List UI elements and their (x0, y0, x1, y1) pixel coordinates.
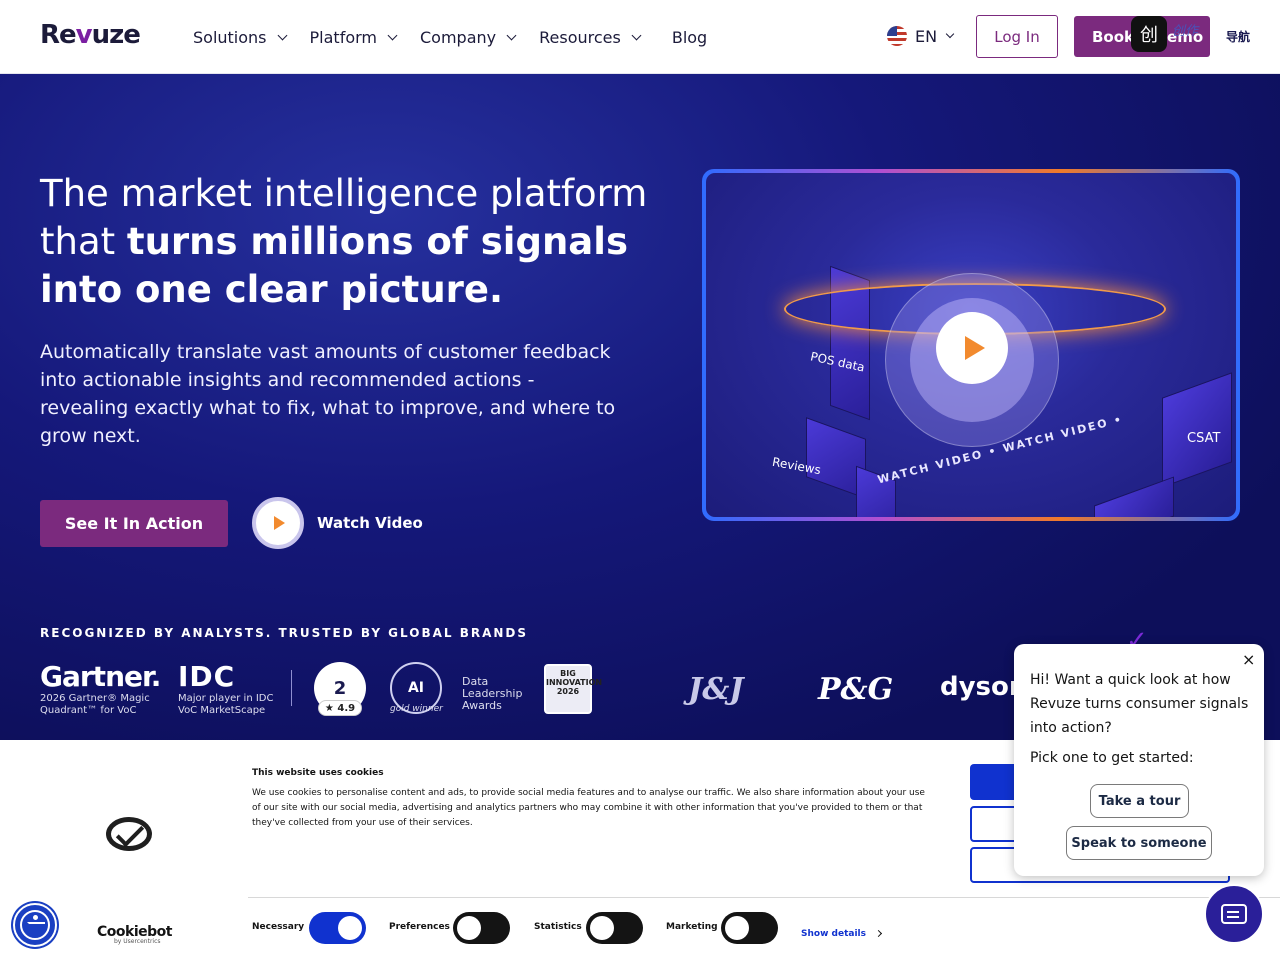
toggle-label-statistics: Statistics (534, 922, 582, 932)
chat-option-speak-someone[interactable]: Speak to someone (1066, 826, 1212, 860)
close-icon[interactable]: × (1242, 650, 1255, 669)
chevron-down-icon (506, 30, 517, 40)
chat-icon (1221, 904, 1247, 924)
chevron-down-icon (387, 30, 398, 40)
show-details-link[interactable]: Show details (801, 929, 883, 939)
toggle-label-necessary: Necessary (252, 922, 305, 932)
watch-video-link[interactable]: Watch Video (252, 497, 423, 549)
chevron-right-icon (874, 929, 883, 938)
play-icon[interactable] (252, 497, 304, 549)
g2-score: ★ 4.9 (318, 700, 362, 716)
nav-solutions[interactable]: Solutions (193, 26, 287, 48)
divider (291, 670, 292, 706)
chevron-down-icon (945, 29, 955, 39)
overlay-text: 创作 (1172, 24, 1199, 39)
overlay-app-icon[interactable]: 创 (1131, 16, 1167, 52)
cookie-title: This website uses cookies (252, 768, 384, 778)
accessibility-button[interactable] (13, 903, 57, 947)
language-selector[interactable]: EN (887, 26, 955, 46)
trust-label: RECOGNIZED BY ANALYSTS. TRUSTED BY GLOBA… (40, 626, 529, 640)
ai-award-caption: gold winner (390, 704, 443, 714)
brand-jj-logo: J&J (688, 672, 744, 707)
toggle-marketing[interactable] (721, 912, 778, 944)
chat-popup: × Hi! Want a quick look at how Revuze tu… (1014, 644, 1264, 876)
overlay-text-nav: 导航 (1226, 30, 1251, 44)
see-it-in-action-button[interactable]: See It In Action (40, 500, 228, 547)
toggle-preferences[interactable] (453, 912, 510, 944)
video-play-icon[interactable] (936, 312, 1008, 384)
cookie-body: We use cookies to personalise content an… (252, 788, 925, 828)
cookiebot-brand-sub: by Usercentrics (114, 938, 161, 945)
chat-message: Hi! Want a quick look at how Revuze turn… (1030, 672, 1249, 736)
nav-company[interactable]: Company (420, 26, 517, 48)
nav-blog[interactable]: Blog (672, 26, 707, 48)
hero-headline: The market intelligence platform that tu… (40, 172, 648, 311)
panel-shape (1162, 372, 1232, 488)
main-nav: Solutions Platform Company Resources Blo… (193, 26, 731, 48)
login-button[interactable]: Log In (976, 15, 1058, 58)
site-header: Revuze Solutions Platform Company Resour… (0, 0, 1280, 74)
accessibility-icon (20, 910, 50, 940)
panel-shape (1094, 476, 1174, 517)
us-flag-icon (887, 26, 907, 46)
toggle-statistics[interactable] (586, 912, 643, 944)
chat-launcher-button[interactable] (1204, 884, 1264, 944)
cookie-divider (248, 897, 1280, 898)
video-thumbnail[interactable]: POS data Reviews CSAT WATCH VIDEO • WATC… (706, 173, 1236, 517)
chat-option-take-tour[interactable]: Take a tour (1090, 784, 1189, 818)
revuze-logo[interactable]: Revuze (40, 20, 141, 50)
data-leadership-awards: Data Leadership Awards (462, 675, 523, 712)
chat-prompt: Pick one to get started: (1030, 750, 1194, 766)
nav-platform[interactable]: Platform (310, 26, 398, 48)
chevron-down-icon (277, 30, 287, 40)
video-card[interactable]: POS data Reviews CSAT WATCH VIDEO • WATC… (702, 169, 1240, 521)
chevron-down-icon (631, 30, 642, 40)
big-innovation-badge: BIG INNOVATION 2026 (544, 664, 602, 714)
toggle-label-marketing: Marketing (666, 922, 718, 932)
label-csat: CSAT (1187, 431, 1221, 446)
hero-subtext: Automatically translate vast amounts of … (40, 341, 616, 447)
idc-logo: IDC Major player in IDC VoC MarketScape (178, 660, 274, 716)
brand-pg-logo: P&G (818, 672, 894, 707)
nav-resources[interactable]: Resources (539, 26, 642, 48)
toggle-necessary[interactable] (309, 912, 366, 944)
gartner-logo: Gartner. 2026 Gartner® Magic Quadrant™ f… (40, 660, 161, 716)
cookiebot-logo-icon (106, 817, 152, 851)
toggle-label-preferences: Preferences (389, 922, 450, 932)
